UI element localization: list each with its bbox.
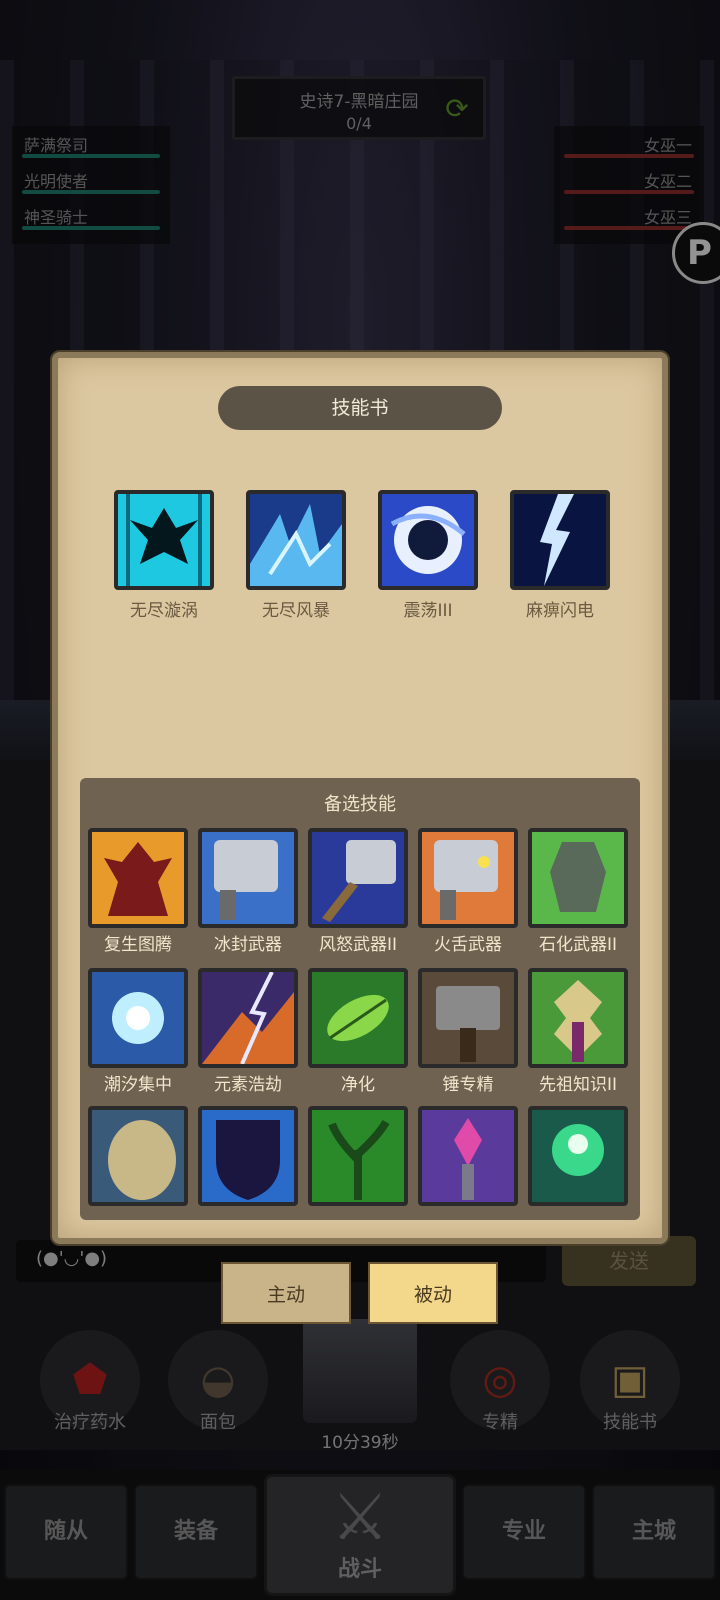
alternate-skill[interactable]: 复生图腾 bbox=[88, 828, 188, 955]
green-orb-icon bbox=[528, 1106, 628, 1206]
lightning-skill-icon bbox=[510, 490, 610, 590]
elemental-devastation-icon bbox=[198, 968, 298, 1068]
equipped-skill[interactable]: 震荡III bbox=[378, 490, 478, 621]
tidal-focus-icon bbox=[88, 968, 188, 1068]
ancestral-knowledge-icon bbox=[528, 968, 628, 1068]
alternate-skills-title: 备选技能 bbox=[324, 794, 396, 815]
alternate-skill[interactable]: 风怒武器II bbox=[308, 828, 408, 955]
equipped-skill[interactable]: 无尽漩涡 bbox=[114, 490, 214, 621]
rockbiter-weapon-icon bbox=[528, 828, 628, 928]
alternate-skill[interactable] bbox=[88, 1106, 188, 1206]
alternate-skill[interactable]: 锤专精 bbox=[418, 968, 518, 1095]
alternate-skill[interactable]: 火舌武器 bbox=[418, 828, 518, 955]
alternate-skill[interactable] bbox=[528, 1106, 628, 1206]
tab-active-skills[interactable]: 主动 bbox=[221, 1262, 351, 1324]
alternate-skill[interactable]: 潮汐集中 bbox=[88, 968, 188, 1095]
purify-leaf-icon bbox=[308, 968, 408, 1068]
hammer-mastery-icon bbox=[418, 968, 518, 1068]
storm-skill-icon bbox=[246, 490, 346, 590]
alternate-skill[interactable]: 净化 bbox=[308, 968, 408, 1095]
vortex-skill-icon bbox=[114, 490, 214, 590]
crystal-mace-icon bbox=[418, 1106, 518, 1206]
equipped-skill[interactable]: 无尽风暴 bbox=[246, 490, 346, 621]
shockwave-skill-icon bbox=[378, 490, 478, 590]
alternate-skill[interactable]: 先祖知识II bbox=[528, 968, 628, 1095]
alternate-skill[interactable]: 石化武器II bbox=[528, 828, 628, 955]
equipped-skill[interactable]: 麻痹闪电 bbox=[510, 490, 610, 621]
alternate-skill[interactable] bbox=[198, 1106, 298, 1206]
alternate-skill[interactable] bbox=[308, 1106, 408, 1206]
dialog-title: 技能书 bbox=[218, 386, 502, 430]
frost-weapon-icon bbox=[198, 828, 298, 928]
dark-shield-icon bbox=[198, 1106, 298, 1206]
alternate-skill[interactable]: 元素浩劫 bbox=[198, 968, 298, 1095]
alternate-skills-panel[interactable]: 备选技能 复生图腾 冰封武器 风怒武器II 火舌武器 石化武器II 潮汐集中 元… bbox=[80, 778, 640, 1220]
skillbook-dialog: 技能书 无尽漩涡 无尽风暴 震荡III 麻痹闪电 备选技能 复生图腾 冰封武器 … bbox=[52, 352, 668, 1244]
shield-skill-icon bbox=[88, 1106, 188, 1206]
alternate-skill[interactable]: 冰封武器 bbox=[198, 828, 298, 955]
alternate-skill[interactable] bbox=[418, 1106, 518, 1206]
nature-sprout-icon bbox=[308, 1106, 408, 1206]
totem-skill-icon bbox=[88, 828, 188, 928]
tab-passive-skills[interactable]: 被动 bbox=[368, 1262, 498, 1324]
flametongue-weapon-icon bbox=[418, 828, 518, 928]
windfury-weapon-icon bbox=[308, 828, 408, 928]
